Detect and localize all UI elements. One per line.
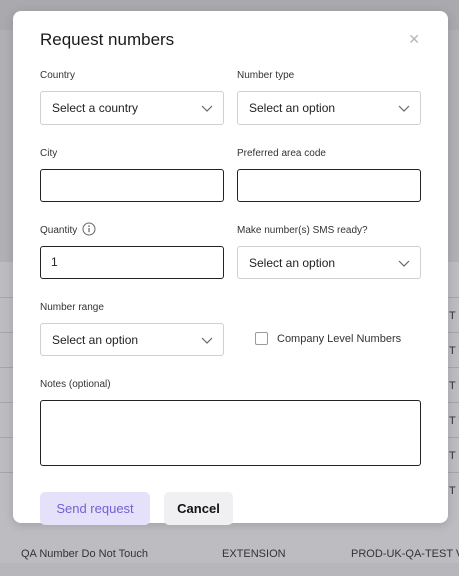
company-level-label: Company Level Numbers [277,333,402,345]
company-level-checkbox[interactable] [255,332,268,345]
notes-label: Notes (optional) [40,379,111,390]
country-select[interactable]: Select a country [40,91,224,125]
row-name: QA Number Do Not Touch [21,548,148,560]
number-type-label: Number type [237,70,295,81]
row-env: PROD-UK-QA-TEST V [351,548,459,560]
dialog-title: Request numbers [40,30,175,49]
request-numbers-dialog: Request numbers ✕ Country Select a count… [13,11,448,525]
number-type-select[interactable]: Select an option [237,91,421,125]
chevron-down-icon [398,105,410,112]
chevron-down-icon [201,337,213,344]
sms-ready-select-value: Select an option [249,256,336,270]
table-cell: T V [449,380,459,392]
chevron-down-icon [201,105,213,112]
city-label: City [40,148,58,159]
number-type-select-value: Select an option [249,101,336,115]
send-request-button[interactable]: Send request [40,492,150,525]
country-label: Country [40,70,76,81]
area-code-label: Preferred area code [237,148,326,159]
number-range-label: Number range [40,302,104,313]
table-cell: T C [449,310,459,322]
number-range-select-value: Select an option [52,333,139,347]
number-range-select[interactable]: Select an option [40,323,224,356]
quantity-label: Quantity [40,225,78,236]
notes-textarea[interactable] [40,400,421,466]
city-input[interactable] [40,169,224,202]
table-cell: T V [449,415,459,427]
close-icon[interactable]: ✕ [408,32,420,46]
area-code-input[interactable] [237,169,421,202]
row-type: EXTENSION [222,548,286,560]
table-cell: T C [449,450,459,462]
info-icon[interactable] [82,222,96,236]
table-row: QA Number Do Not Touch EXTENSION PROD-UK… [0,542,459,576]
chevron-down-icon [398,260,410,267]
sms-ready-label: Make number(s) SMS ready? [237,225,368,236]
country-select-value: Select a country [52,101,139,115]
cancel-button[interactable]: Cancel [164,492,233,525]
quantity-input[interactable]: 1 [40,246,224,279]
table-cell: T N [449,485,459,497]
sms-ready-select[interactable]: Select an option [237,246,421,279]
table-cell: T V [449,345,459,357]
